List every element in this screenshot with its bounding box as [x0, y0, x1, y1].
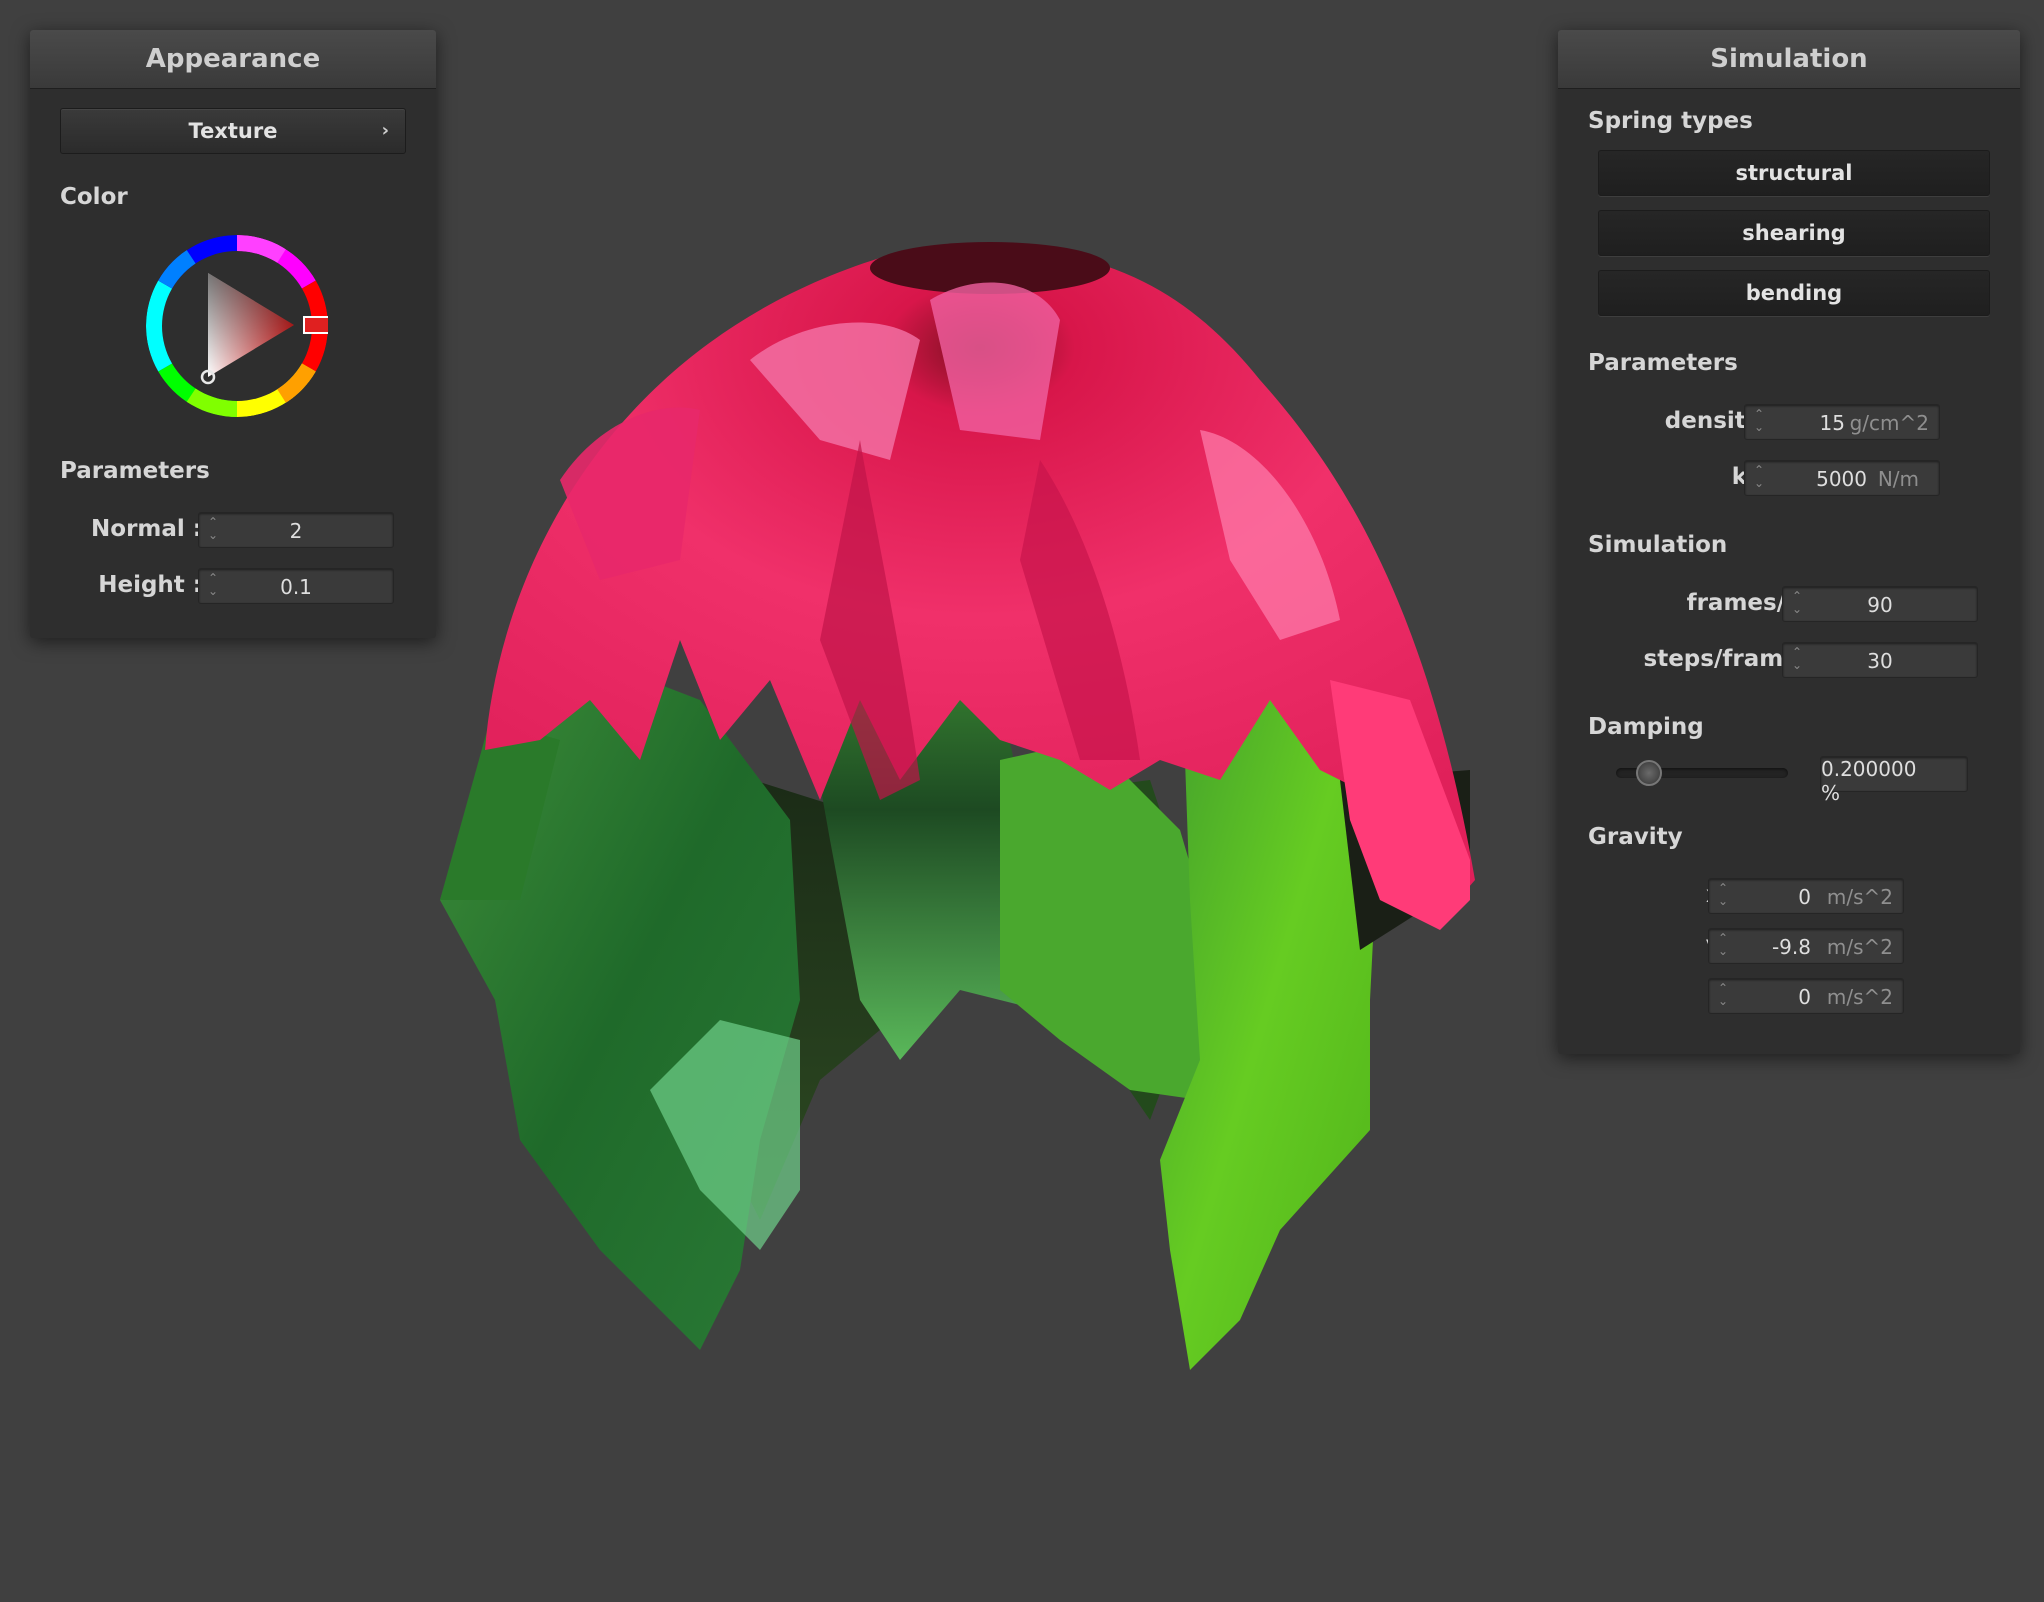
spin-arrows-icon[interactable]: ⌃ ⌄ — [1717, 932, 1729, 960]
ks-spinbox[interactable]: ⌃ ⌄ 5000 N/m — [1744, 460, 1940, 496]
height-value: 0.1 — [280, 575, 312, 599]
density-unit: g/cm^2 — [1849, 411, 1929, 435]
normal-value: 2 — [289, 519, 303, 543]
damping-slider-knob[interactable] — [1636, 760, 1663, 786]
gravity-z-unit: m/s^2 — [1826, 985, 1893, 1009]
frames-per-s-value: 90 — [1867, 593, 1893, 617]
spin-arrows-icon[interactable]: ⌃ ⌄ — [1753, 408, 1765, 436]
steps-per-frame-value: 30 — [1867, 649, 1893, 673]
frames-per-s-spinbox[interactable]: ⌃ ⌄ 90 — [1782, 586, 1978, 622]
bending-spring-button[interactable]: bending — [1598, 270, 1990, 316]
spin-arrows-icon[interactable]: ⌃ ⌄ — [1717, 982, 1729, 1010]
height-spinbox[interactable]: ⌃ ⌄ 0.1 — [198, 568, 394, 604]
normal-label: Normal : — [91, 516, 202, 542]
spin-arrows-icon[interactable]: ⌃ ⌄ — [1717, 882, 1729, 910]
simulation-panel-title: Simulation — [1558, 30, 2020, 89]
density-value: 15 — [1819, 411, 1845, 435]
spin-arrows-icon[interactable]: ⌃ ⌄ — [1753, 464, 1765, 492]
sim-parameters-label: Parameters — [1588, 350, 1738, 376]
texture-button[interactable]: Texture › — [60, 108, 406, 154]
gravity-y-unit: m/s^2 — [1826, 935, 1893, 959]
texture-button-label: Texture — [188, 119, 278, 143]
damping-label: Damping — [1588, 714, 1704, 740]
gravity-z-value: 0 — [1798, 985, 1811, 1009]
gravity-z-spinbox[interactable]: ⌃ ⌄ 0 m/s^2 — [1708, 978, 1904, 1014]
density-spinbox[interactable]: ⌃ ⌄ 15 g/cm^2 — [1744, 404, 1940, 440]
color-section-label: Color — [60, 184, 128, 210]
gravity-x-value: 0 — [1798, 885, 1811, 909]
simulation-section-label: Simulation — [1588, 532, 1728, 558]
spring-types-label: Spring types — [1588, 108, 1753, 134]
damping-value-field[interactable]: 0.200000 % — [1820, 756, 1968, 805]
height-label: Height : — [98, 572, 202, 598]
appearance-parameters-label: Parameters — [60, 458, 210, 484]
structural-spring-button[interactable]: structural — [1598, 150, 1990, 196]
color-wheel-icon — [146, 235, 331, 417]
chevron-right-icon: › — [381, 120, 389, 141]
gravity-y-value: -9.8 — [1771, 935, 1811, 959]
steps-per-frame-label: steps/frame : — [1643, 646, 1816, 672]
damping-value: 0.200000 — [1821, 757, 1917, 781]
appearance-panel: Appearance Texture › Color Parameters No… — [30, 30, 436, 638]
appearance-panel-title: Appearance — [30, 30, 436, 89]
gravity-y-spinbox[interactable]: ⌃ ⌄ -9.8 m/s^2 — [1708, 928, 1904, 964]
shearing-spring-button[interactable]: shearing — [1598, 210, 1990, 256]
steps-per-frame-spinbox[interactable]: ⌃ ⌄ 30 — [1782, 642, 1978, 678]
ks-value: 5000 — [1816, 467, 1867, 491]
gravity-x-unit: m/s^2 — [1826, 885, 1893, 909]
ks-unit: N/m — [1877, 467, 1919, 491]
gravity-label: Gravity — [1588, 824, 1683, 850]
simulation-panel: Simulation Spring types structural shear… — [1558, 30, 2020, 1054]
color-wheel[interactable] — [146, 235, 331, 417]
gravity-x-spinbox[interactable]: ⌃ ⌄ 0 m/s^2 — [1708, 878, 1904, 914]
normal-spinbox[interactable]: ⌃ ⌄ 2 — [198, 512, 394, 548]
damping-unit: % — [1821, 781, 1841, 805]
